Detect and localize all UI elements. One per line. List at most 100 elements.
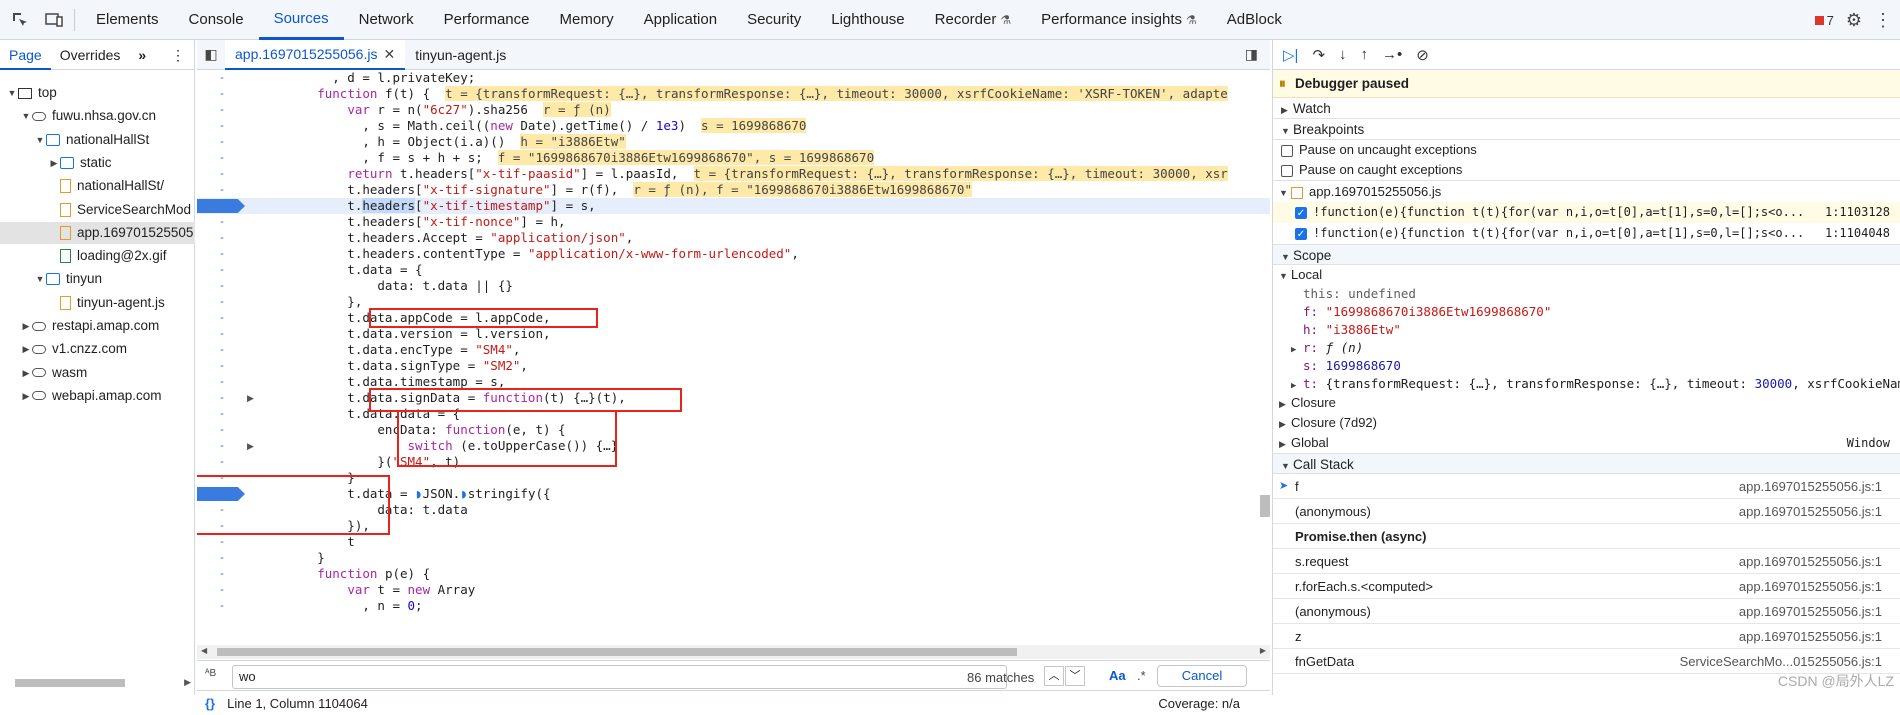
callstack-frame[interactable]: (anonymous) app.1697015255056.js:1 [1273,599,1900,624]
expanded-arrow-icon[interactable]: ▼ [20,105,32,127]
more-tabs-icon[interactable]: » [129,40,155,70]
tab-adblock[interactable]: AdBlock [1212,0,1297,40]
watch-section[interactable]: ▶ Watch [1273,98,1900,119]
tree-item[interactable]: app.169701525505 [0,221,195,244]
expanded-arrow-icon[interactable]: ▼ [34,129,46,151]
callstack-frame[interactable]: ➤ f app.1697015255056.js:1 [1273,474,1900,499]
folder-icon [46,133,60,146]
tree-item[interactable]: loading@2x.gif [0,245,195,267]
tab-console[interactable]: Console [174,0,259,40]
editor-tab-tinyun[interactable]: tinyun-agent.js [405,40,516,70]
step-over-icon[interactable]: ↷ [1312,46,1325,64]
settings-gear-icon[interactable]: ⚙ [1846,10,1862,31]
next-match-icon[interactable]: ﹀ [1065,666,1085,686]
horizontal-scrollbar[interactable]: ◀ ▶ [197,645,1270,659]
expanded-arrow-icon[interactable]: ▼ [34,268,46,290]
callstack-frame[interactable]: (anonymous) app.1697015255056.js:1 [1273,499,1900,524]
callstack-frame[interactable]: r.forEach.s.<computed> app.1697015255056.… [1273,574,1900,599]
more-options-icon[interactable]: ⋮ [1874,10,1892,31]
pause-caught-option[interactable]: Pause on caught exceptions [1273,160,1900,180]
tree-item[interactable]: tinyun-agent.js [0,292,195,314]
checkbox[interactable] [1281,144,1293,157]
tree-item[interactable]: nationalHallSt/ [0,175,195,197]
scope-t[interactable]: ▶ t: {transformRequest: {…}, transformRes… [1273,375,1900,393]
scope-r[interactable]: ▶ r: ƒ (n) [1273,339,1900,357]
scroll-right-icon[interactable]: ▶ [184,677,191,688]
tree-item[interactable]: ▼ nationalHallSt [0,129,195,151]
navigator-scrollbar[interactable] [15,678,125,687]
expanded-arrow-icon[interactable]: ▼ [6,82,18,104]
collapsed-arrow-icon[interactable]: ▶ [20,385,32,407]
tree-item[interactable]: ServiceSearchMod [0,199,195,221]
editor-tab-app[interactable]: app.1697015255056.js ✕ [225,39,406,70]
tree-item[interactable]: ▼ tinyun [0,268,195,290]
scope-global[interactable]: ▶ Global Window [1273,433,1900,453]
deactivate-breakpoints-icon[interactable]: ⊘ [1416,46,1429,64]
tab-overrides[interactable]: Overrides [51,40,130,70]
resume-icon[interactable]: ▷| [1283,46,1298,64]
checkbox[interactable] [1281,164,1293,177]
vertical-scrollbar[interactable] [1260,495,1270,517]
tree-item[interactable]: ▶ wasm [0,362,195,384]
tree-item[interactable]: ▼ top [0,82,195,104]
breakpoint-checkbox[interactable]: ✓ [1295,227,1307,240]
navigator-menu-icon[interactable]: ⋮ [162,40,194,70]
device-toolbar-icon[interactable] [40,6,68,34]
pretty-print-icon[interactable]: {} [205,696,215,711]
tree-item[interactable]: ▶ webapi.amap.com [0,385,195,407]
tab-network[interactable]: Network [344,0,429,40]
tree-item[interactable]: ▶ v1.cnzz.com [0,338,195,360]
collapsed-arrow-icon[interactable]: ▶ [20,315,32,337]
tab-page[interactable]: Page [0,40,51,70]
step-out-icon[interactable]: ↑ [1361,46,1369,63]
match-case-button[interactable]: Aa [1109,668,1126,683]
step-into-icon[interactable]: ↓ [1339,46,1347,63]
error-counter[interactable]: 7 [1814,13,1834,28]
breakpoints-section[interactable]: ▼ Breakpoints [1273,119,1900,140]
search-input[interactable]: wo [232,665,1007,689]
cloud-icon [32,344,46,354]
regex-button[interactable]: .* [1137,668,1146,683]
scope-section[interactable]: ▼ Scope [1273,244,1900,265]
breakpoint-item[interactable]: ✓ !function(e){function t(t){for(var n,i,… [1273,202,1900,223]
callstack-frame[interactable]: z app.1697015255056.js:1 [1273,624,1900,649]
breakpoint-marker[interactable] [197,199,245,213]
tree-item[interactable]: ▶ restapi.amap.com [0,315,195,337]
cancel-button[interactable]: Cancel [1157,665,1247,687]
toggle-navigator-icon[interactable]: ◧ [197,46,225,63]
callstack-frame[interactable]: s.request app.1697015255056.js:1 [1273,549,1900,574]
code-view[interactable]: - , d = l.privateKey; - function f(t) { … [197,70,1270,645]
cloud-icon [32,111,46,121]
tab-recorder[interactable]: Recorder ⚗ [920,0,1026,40]
breakpoint-checkbox[interactable]: ✓ [1295,206,1307,219]
collapsed-arrow-icon[interactable]: ▶ [48,152,60,174]
close-icon[interactable]: ✕ [383,39,395,69]
scope-closure[interactable]: ▶ Closure [1273,393,1900,413]
tab-sources[interactable]: Sources [258,0,344,40]
tree-item[interactable]: ▼ fuwu.nhsa.gov.cn [0,105,195,127]
step-icon[interactable]: →• [1382,46,1402,63]
tab-application[interactable]: Application [629,0,732,40]
tab-lighthouse[interactable]: Lighthouse [816,0,919,40]
scope-local[interactable]: ▼ Local [1273,265,1900,285]
previous-match-icon[interactable]: ︿ [1044,666,1064,686]
file-icon [60,179,71,194]
status-bar: {} Line 1, Column 1104064 Coverage: n/a [197,690,1270,715]
tree-item[interactable]: ▶ static [0,152,195,174]
tab-elements[interactable]: Elements [81,0,174,40]
pause-uncaught-option[interactable]: Pause on uncaught exceptions [1273,140,1900,160]
tab-memory[interactable]: Memory [545,0,629,40]
collapsed-arrow-icon[interactable]: ▶ [20,362,32,384]
breakpoint-file[interactable]: ▼ app.1697015255056.js [1273,180,1900,202]
inspect-element-icon[interactable] [6,6,34,34]
annotation-box-signdata [369,388,682,412]
toggle-debugger-icon[interactable]: ◨ [1245,46,1258,63]
scope-closure-7d92[interactable]: ▶ Closure (7d92) [1273,413,1900,433]
match-case-toggle-icon[interactable]: ᴬB [205,668,216,679]
tab-performance[interactable]: Performance [429,0,545,40]
collapsed-arrow-icon[interactable]: ▶ [20,338,32,360]
breakpoint-item[interactable]: ✓ !function(e){function t(t){for(var n,i,… [1273,223,1900,244]
tab-performance-insights[interactable]: Performance insights ⚗ [1026,0,1212,40]
callstack-section[interactable]: ▼ Call Stack [1273,453,1900,474]
tab-security[interactable]: Security [732,0,816,40]
